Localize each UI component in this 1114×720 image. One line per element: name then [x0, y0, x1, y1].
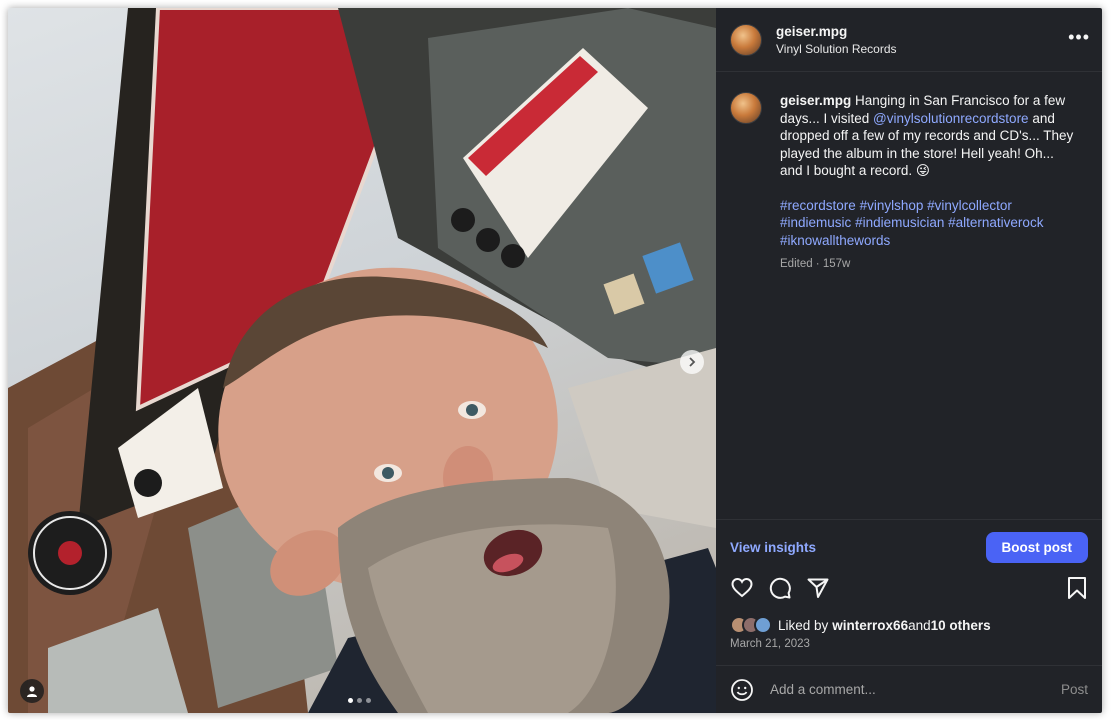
action-bar: [730, 574, 1088, 602]
carousel-dot: [348, 698, 353, 703]
liker-avatars: [730, 616, 772, 634]
heart-icon[interactable]: [730, 576, 754, 600]
carousel-dot: [366, 698, 371, 703]
caption-text: geiser.mpg Hanging in San Francisco for …: [780, 92, 1080, 180]
comment-input[interactable]: [770, 682, 1061, 697]
caption-hashtags: #recordstore #vinylshop #vinylcollector …: [780, 197, 1080, 250]
post-comment-button[interactable]: Post: [1061, 682, 1088, 697]
header-username[interactable]: geiser.mpg: [776, 24, 897, 39]
hashtag-link[interactable]: #recordstore: [780, 198, 856, 213]
caption: geiser.mpg Hanging in San Francisco for …: [716, 72, 1102, 274]
avatar[interactable]: [730, 92, 762, 124]
carousel-dot: [357, 698, 362, 703]
bookmark-icon[interactable]: [1066, 576, 1088, 600]
avatar[interactable]: [730, 23, 762, 56]
likes-middle: and: [908, 617, 931, 633]
hashtag-link[interactable]: #indiemusic: [780, 215, 851, 230]
liker-username[interactable]: winterrox66: [832, 618, 908, 633]
hashtag-link[interactable]: #alternativerock: [948, 215, 1043, 230]
post-details-panel: geiser.mpg Vinyl Solution Records ••• ge…: [716, 8, 1102, 713]
chevron-right-icon: [689, 357, 696, 367]
avatar: [754, 616, 772, 634]
hashtag-link[interactable]: #indiemusician: [855, 215, 944, 230]
likes-prefix: Liked by: [778, 617, 829, 633]
carousel-dots: [348, 698, 371, 703]
share-icon[interactable]: [806, 576, 830, 600]
next-image-button[interactable]: [680, 350, 704, 374]
boost-post-button[interactable]: Boost post: [985, 532, 1088, 563]
likes-summary[interactable]: Liked by winterrox66 and 10 others: [730, 616, 991, 634]
caption-username[interactable]: geiser.mpg: [780, 93, 851, 108]
comment-icon[interactable]: [768, 576, 792, 600]
emoji-icon[interactable]: [730, 678, 754, 702]
caption-mention[interactable]: @vinylsolutionrecordstore: [873, 111, 1029, 126]
post-date[interactable]: March 21, 2023: [730, 638, 810, 650]
post-photo[interactable]: [8, 8, 716, 713]
user-icon: [27, 686, 37, 697]
post-header: geiser.mpg Vinyl Solution Records •••: [716, 8, 1102, 72]
caption-meta: Edited · 157w: [780, 258, 851, 270]
comment-row: Post: [716, 665, 1102, 713]
likes-others[interactable]: 10 others: [931, 618, 991, 633]
header-location[interactable]: Vinyl Solution Records: [776, 42, 897, 56]
view-insights-link[interactable]: View insights: [730, 540, 816, 555]
hashtag-link[interactable]: #vinylcollector: [927, 198, 1012, 213]
user-tags-button[interactable]: [20, 679, 44, 703]
insights-row: View insights Boost post: [716, 519, 1102, 575]
photo-scene: [8, 8, 716, 713]
more-horizontal-icon[interactable]: •••: [1068, 28, 1090, 46]
hashtag-link[interactable]: #vinylshop: [860, 198, 924, 213]
hashtag-link[interactable]: #iknowallthewords: [780, 233, 890, 248]
post-modal: geiser.mpg Vinyl Solution Records ••• ge…: [8, 8, 1102, 713]
